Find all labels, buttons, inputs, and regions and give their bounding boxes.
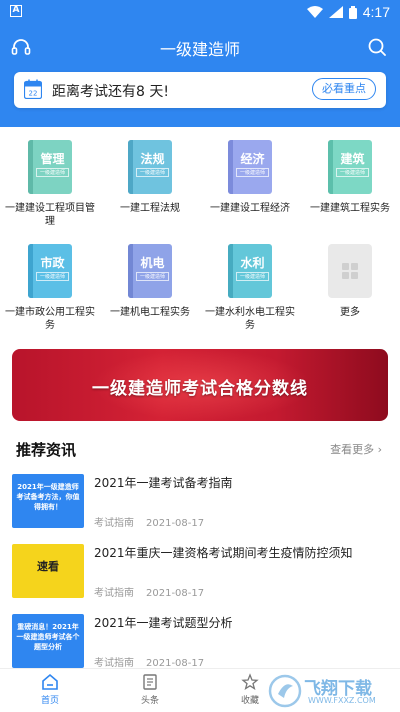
category-item[interactable]: 经济 一级建造师 一建建设工程经济 (200, 140, 300, 215)
news-title: 2021年重庆一建资格考试期间考生疫情防控须知 (94, 546, 353, 560)
category-item[interactable]: 机电 一级建造师 一建机电工程实务 (100, 244, 200, 319)
watermark-icon (268, 674, 302, 708)
category-item[interactable]: 市政 一级建造师 一建市政公用工程实务 (0, 244, 100, 332)
notification-icon: A (10, 5, 22, 17)
category-label: 一建建设工程经济 (210, 203, 290, 214)
countdown-text: 距离考试还有8 天! (52, 84, 169, 100)
news-title: 2021年一建考试备考指南 (94, 476, 233, 490)
news-thumbnail: 速看 (12, 544, 84, 598)
news-title: 2021年一建考试题型分析 (94, 616, 233, 630)
more-grid-icon (328, 244, 372, 298)
clock: 4:17 (362, 4, 390, 20)
document-icon (143, 674, 157, 690)
star-icon (241, 673, 259, 691)
wifi-icon (306, 6, 323, 18)
category-label: 一建机电工程实务 (110, 307, 190, 318)
category-label: 一建水利水电工程实务 (205, 307, 295, 331)
category-label: 一建建设工程项目管理 (5, 203, 95, 227)
category-item[interactable]: 法规 一级建造师 一建工程法规 (100, 140, 200, 215)
book-icon: 法规 一级建造师 (128, 140, 172, 194)
status-bar: A 4:17 (0, 0, 400, 24)
category-label: 一建市政公用工程实务 (5, 307, 95, 331)
more-categories-item[interactable]: 更多 (300, 244, 400, 319)
book-icon: 机电 一级建造师 (128, 244, 172, 298)
book-icon: 建筑 一级建造师 (328, 140, 372, 194)
category-label: 更多 (340, 307, 360, 318)
tab-home[interactable]: 首页 (20, 673, 80, 706)
book-icon: 水利 一级建造师 (228, 244, 272, 298)
calendar-day: 22 (29, 90, 38, 98)
book-icon: 市政 一级建造师 (28, 244, 72, 298)
category-item[interactable]: 建筑 一级建造师 一建建筑工程实务 (300, 140, 400, 215)
page-title: 一级建造师 (159, 40, 240, 59)
news-item[interactable]: 2021年一级建造师考试备考方法，你值得拥有！ 2021年一建考试备考指南 考试… (12, 474, 388, 530)
news-item[interactable]: 重磅消息！2021年一级建造师考试各个题型分析 2021年一建考试题型分析 考试… (12, 614, 388, 670)
news-thumbnail: 重磅消息！2021年一级建造师考试各个题型分析 (12, 614, 84, 668)
category-label: 一建建筑工程实务 (310, 203, 390, 214)
tab-headlines[interactable]: 头条 (120, 673, 180, 706)
book-icon: 管理 一级建造师 (28, 140, 72, 194)
news-meta: 考试指南 2021-08-17 (94, 658, 205, 669)
calendar-icon: 22 (24, 79, 42, 99)
banner-text: 一级建造师考试合格分数线 (92, 379, 308, 399)
watermark-logo: 飞翔下载 WWW.FXXZ.COM (268, 672, 396, 710)
news-meta: 考试指南 2021-08-17 (94, 518, 205, 529)
book-icon: 经济 一级建造师 (228, 140, 272, 194)
must-see-button[interactable]: 必看重点 (312, 78, 376, 100)
status-icons: 4:17 (306, 3, 390, 21)
promo-banner[interactable]: 一级建造师考试合格分数线 (12, 349, 388, 421)
exam-countdown-card: 22 距离考试还有8 天! 必看重点 (14, 72, 386, 108)
home-icon (42, 673, 58, 690)
category-item[interactable]: 水利 一级建造师 一建水利水电工程实务 (200, 244, 300, 332)
header: 一级建造师 22 距离考试还有8 天! 必看重点 (0, 24, 400, 127)
search-icon[interactable] (366, 36, 388, 58)
battery-icon (348, 5, 357, 19)
news-meta: 考试指南 2021-08-17 (94, 588, 205, 599)
news-thumbnail: 2021年一级建造师考试备考方法，你值得拥有！ (12, 474, 84, 528)
chevron-right-icon: › (377, 443, 382, 456)
category-item[interactable]: 管理 一级建造师 一建建设工程项目管理 (0, 140, 100, 228)
section-title: 推荐资讯 (16, 441, 77, 459)
news-item[interactable]: 速看 2021年重庆一建资格考试期间考生疫情防控须知 考试指南 2021-08-1… (12, 544, 388, 600)
see-more-link[interactable]: 查看更多 › (330, 441, 382, 457)
category-label: 一建工程法规 (120, 203, 180, 214)
signal-icon (328, 6, 343, 18)
